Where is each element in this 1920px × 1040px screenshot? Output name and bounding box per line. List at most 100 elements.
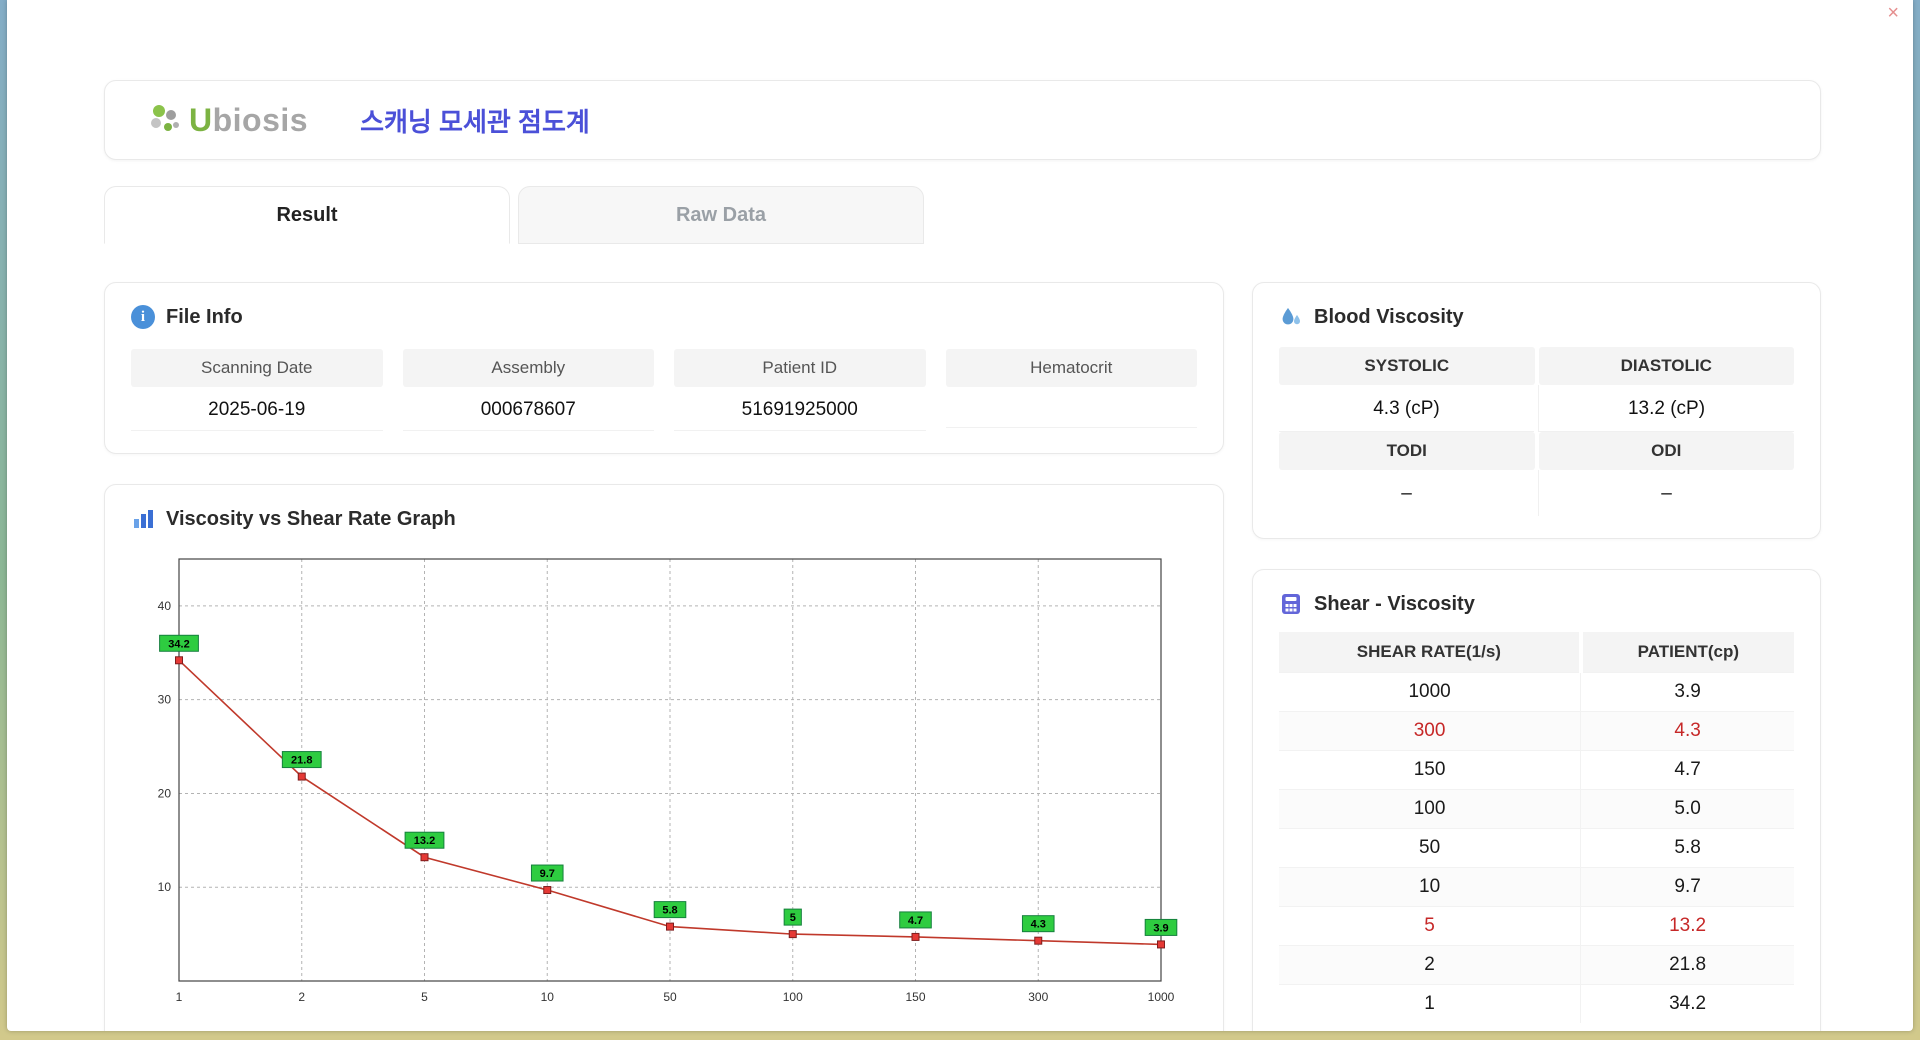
- shear-rate-cell: 300: [1279, 712, 1581, 751]
- shear-rate-cell: 1: [1279, 985, 1581, 1024]
- patient-cell: 3.9: [1581, 673, 1794, 712]
- shear-rate-cell: 5: [1279, 907, 1581, 946]
- bv-label-systolic: SYSTOLIC: [1279, 347, 1535, 385]
- svg-text:40: 40: [158, 599, 172, 613]
- blood-viscosity-header: Blood Viscosity: [1279, 305, 1794, 329]
- shear-table-body: 10003.93004.31504.71005.0505.8109.7513.2…: [1279, 673, 1794, 1024]
- tab-raw-data[interactable]: Raw Data: [518, 186, 924, 244]
- tab-bar: Result Raw Data: [104, 186, 1821, 244]
- bv-label-diastolic: DIASTOLIC: [1539, 347, 1795, 385]
- left-column: i File Info Scanning Date 2025-06-19 Ass…: [104, 282, 1224, 1031]
- patient-cell: 13.2: [1581, 907, 1794, 946]
- bv-value-systolic: 4.3 (cP): [1279, 385, 1534, 432]
- patient-cell: 4.3: [1581, 712, 1794, 751]
- svg-text:5: 5: [421, 990, 428, 1004]
- blood-viscosity-card: Blood Viscosity SYSTOLIC DIASTOLIC 4.3 (…: [1252, 282, 1821, 539]
- svg-text:34.2: 34.2: [168, 638, 189, 650]
- svg-text:13.2: 13.2: [414, 835, 435, 847]
- tab-result[interactable]: Result: [104, 186, 510, 244]
- svg-text:10: 10: [541, 990, 555, 1004]
- svg-text:5.8: 5.8: [662, 905, 677, 917]
- file-info-header: i File Info: [131, 305, 1197, 329]
- bv-head-row: TODI ODI: [1279, 432, 1794, 470]
- field-hematocrit: Hematocrit: [946, 349, 1198, 431]
- svg-text:150: 150: [905, 990, 925, 1004]
- table-row: 221.8: [1279, 946, 1794, 985]
- file-info-fields: Scanning Date 2025-06-19 Assembly 000678…: [131, 349, 1197, 431]
- column-patient: PATIENT(cp): [1581, 632, 1794, 673]
- field-label: Assembly: [403, 349, 655, 387]
- table-row: 10003.9: [1279, 673, 1794, 712]
- table-row: 1504.7: [1279, 751, 1794, 790]
- table-row: 134.2: [1279, 985, 1794, 1024]
- bv-value-row: – –: [1279, 470, 1794, 516]
- logo-dots-icon: [145, 100, 185, 140]
- patient-cell: 9.7: [1581, 868, 1794, 907]
- bar-chart-icon: [131, 507, 155, 531]
- shear-rate-cell: 1000: [1279, 673, 1581, 712]
- bv-value-odi: –: [1538, 470, 1794, 516]
- field-patient-id: Patient ID 51691925000: [674, 349, 926, 431]
- svg-text:9.7: 9.7: [540, 868, 555, 880]
- svg-text:30: 30: [158, 693, 172, 707]
- field-value: [946, 387, 1198, 428]
- svg-text:5: 5: [790, 912, 796, 924]
- patient-cell: 5.0: [1581, 790, 1794, 829]
- shear-viscosity-card: Shear - Viscosity SHEAR RATE(1/s) PATIEN…: [1252, 569, 1821, 1031]
- shear-rate-cell: 2: [1279, 946, 1581, 985]
- field-assembly: Assembly 000678607: [403, 349, 655, 431]
- graph-title: Viscosity vs Shear Rate Graph: [166, 508, 456, 531]
- bv-value-todi: –: [1279, 470, 1534, 516]
- main-container: Ubiosis 스캐닝 모세관 점도계 Result Raw Data i Fi…: [104, 0, 1821, 1031]
- svg-text:100: 100: [783, 990, 803, 1004]
- logo-rest: biosis: [213, 102, 308, 138]
- svg-text:4.3: 4.3: [1031, 919, 1046, 931]
- file-info-title: File Info: [166, 306, 243, 329]
- shear-rate-cell: 100: [1279, 790, 1581, 829]
- chart-area: 102030401251050100150300100034.221.813.2…: [131, 547, 1197, 1022]
- logo-text: Ubiosis: [189, 102, 308, 139]
- svg-text:1000: 1000: [1148, 990, 1175, 1004]
- app-window: × Ubiosis 스캐닝 모세관 점도계 Result Raw D: [7, 0, 1913, 1031]
- svg-text:50: 50: [663, 990, 677, 1004]
- svg-text:10: 10: [158, 880, 172, 894]
- field-label: Hematocrit: [946, 349, 1198, 387]
- right-column: Blood Viscosity SYSTOLIC DIASTOLIC 4.3 (…: [1252, 282, 1821, 1031]
- patient-cell: 5.8: [1581, 829, 1794, 868]
- water-drop-icon: [1279, 305, 1303, 329]
- shear-viscosity-header: Shear - Viscosity: [1279, 592, 1794, 616]
- svg-text:21.8: 21.8: [291, 755, 312, 767]
- graph-card: Viscosity vs Shear Rate Graph 10 20 30 40 1 2…: [104, 484, 1224, 1031]
- svg-text:3.9: 3.9: [1153, 922, 1168, 934]
- bv-value-row: 4.3 (cP) 13.2 (cP): [1279, 385, 1794, 432]
- table-row: 505.8: [1279, 829, 1794, 868]
- graph-header: Viscosity vs Shear Rate Graph: [131, 507, 1197, 531]
- table-row: 513.2: [1279, 907, 1794, 946]
- field-label: Scanning Date: [131, 349, 383, 387]
- close-icon[interactable]: ×: [1887, 2, 1899, 24]
- shear-rate-cell: 10: [1279, 868, 1581, 907]
- file-info-card: i File Info Scanning Date 2025-06-19 Ass…: [104, 282, 1224, 454]
- shear-viscosity-table: SHEAR RATE(1/s) PATIENT(cp) 10003.93004.…: [1279, 632, 1794, 1023]
- svg-text:300: 300: [1028, 990, 1048, 1004]
- app-header: Ubiosis 스캐닝 모세관 점도계: [104, 80, 1821, 160]
- field-value: 000678607: [403, 387, 655, 431]
- info-icon: i: [131, 305, 155, 329]
- calculator-icon: [1279, 592, 1303, 616]
- blood-viscosity-title: Blood Viscosity: [1314, 306, 1464, 329]
- bv-label-todi: TODI: [1279, 432, 1535, 470]
- field-label: Patient ID: [674, 349, 926, 387]
- bv-value-diastolic: 13.2 (cP): [1538, 385, 1794, 432]
- field-value: 2025-06-19: [131, 387, 383, 431]
- patient-cell: 4.7: [1581, 751, 1794, 790]
- shear-viscosity-title: Shear - Viscosity: [1314, 593, 1475, 616]
- content-area: i File Info Scanning Date 2025-06-19 Ass…: [104, 282, 1821, 1031]
- table-row: 3004.3: [1279, 712, 1794, 751]
- viscosity-chart: 102030401251050100150300100034.221.813.2…: [131, 547, 1179, 1017]
- field-scanning-date: Scanning Date 2025-06-19: [131, 349, 383, 431]
- svg-text:1: 1: [176, 990, 183, 1004]
- logo-letter-u: U: [189, 102, 213, 138]
- svg-text:20: 20: [158, 786, 172, 800]
- shear-table-head: SHEAR RATE(1/s) PATIENT(cp): [1279, 632, 1794, 673]
- column-shear-rate: SHEAR RATE(1/s): [1279, 632, 1581, 673]
